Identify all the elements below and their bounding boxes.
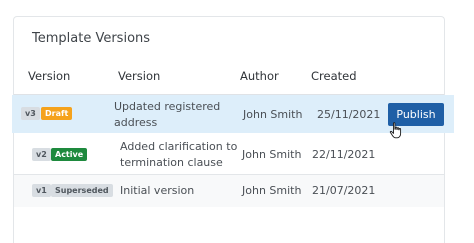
template-versions-panel: Template Versions Version Version Author… — [12, 16, 454, 243]
created-date: 25/11/2021 — [317, 108, 381, 121]
column-header-author: Author — [240, 69, 279, 83]
author-name: John Smith — [243, 108, 303, 121]
status-badge-active: Active — [51, 148, 88, 161]
table-row[interactable]: v3 Draft Updated registered address John… — [12, 95, 454, 133]
created-date: 22/11/2021 — [312, 148, 376, 161]
version-badge: v3 — [21, 107, 40, 120]
table-row[interactable]: v1 Superseded Initial version John Smith… — [14, 175, 444, 207]
status-badge-draft: Draft — [41, 107, 73, 120]
created-date: 21/07/2021 — [312, 184, 376, 197]
column-header-version-description: Version — [118, 69, 161, 83]
panel-title: Template Versions — [32, 31, 151, 46]
author-name: John Smith — [242, 184, 302, 197]
column-header-version-tag: Version — [28, 69, 71, 83]
version-description: Added clarification to termination claus… — [120, 140, 238, 169]
column-header-created: Created — [311, 69, 357, 83]
status-badge-superseded: Superseded — [51, 184, 113, 197]
version-description: Updated registered address — [114, 100, 221, 129]
author-name: John Smith — [242, 148, 302, 161]
version-badge: v2 — [32, 148, 51, 161]
version-description: Initial version — [120, 184, 195, 197]
hand-pointer-icon — [389, 122, 402, 139]
table-row[interactable]: v2 Active Added clarification to termina… — [14, 134, 444, 175]
page: Template Versions Version Version Author… — [0, 0, 474, 243]
version-badge: v1 — [32, 184, 51, 197]
